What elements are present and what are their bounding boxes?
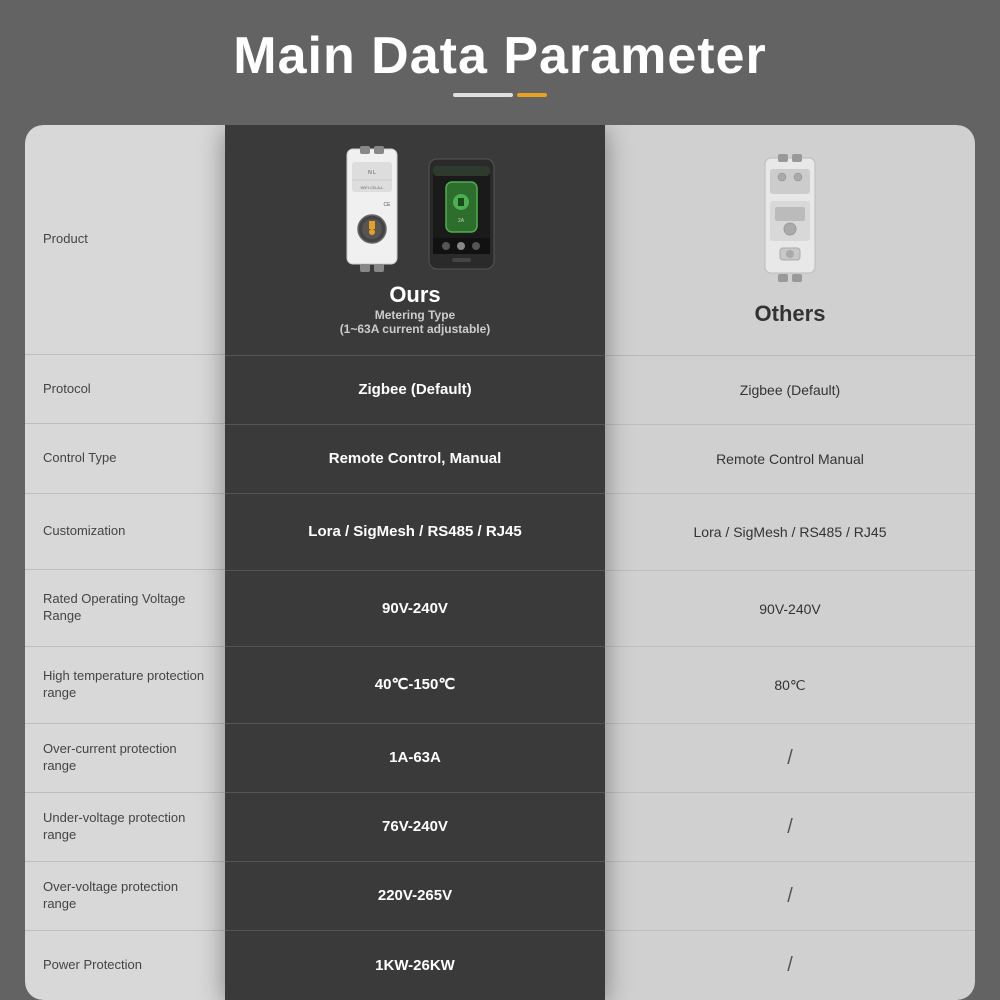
ours-undervoltage: 76V-240V [225, 793, 605, 862]
svg-text:N L: N L [368, 170, 376, 176]
ours-voltage: 90V-240V [225, 571, 605, 648]
comparison-table: Product Protocol Control Type Customizat… [25, 125, 975, 1000]
svg-text:2A: 2A [457, 218, 464, 224]
others-customization: Lora / SigMesh / RS485 / RJ45 [605, 494, 975, 571]
others-label: Others [755, 301, 826, 327]
breaker-icon: N L WIFI-CB-A-L CE [332, 144, 412, 274]
others-overcurrent: / [605, 724, 975, 793]
ours-customization: Lora / SigMesh / RS485 / RJ45 [225, 494, 605, 571]
others-overvoltage: / [605, 862, 975, 931]
ours-column: N L WIFI-CB-A-L CE [225, 125, 605, 1000]
others-control-type: Remote Control Manual [605, 425, 975, 494]
header-section: Main Data Parameter [0, 0, 1000, 115]
ours-high-temp: 40℃-150℃ [225, 647, 605, 724]
label-product: Product [25, 125, 225, 355]
others-column: Others Zigbee (Default) Remote Control M… [605, 125, 975, 1000]
underline-white [453, 93, 513, 97]
label-protocol: Protocol [25, 355, 225, 424]
title-underline [0, 93, 1000, 97]
other-device-icon [750, 153, 830, 283]
svg-text:WIFI-CB-A-L: WIFI-CB-A-L [360, 185, 384, 190]
app-icon: 2A [424, 154, 499, 274]
label-customization: Customization [25, 494, 225, 571]
ours-power-protection: 1KW-26KW [225, 931, 605, 1000]
others-undervoltage: / [605, 793, 975, 862]
label-overvoltage: Over-voltage protection range [25, 862, 225, 931]
svg-text:CE: CE [383, 202, 391, 208]
label-power-protection: Power Protection [25, 931, 225, 1000]
ours-protocol: Zigbee (Default) [225, 356, 605, 425]
label-voltage: Rated Operating Voltage Range [25, 570, 225, 647]
page-background: Main Data Parameter Product Protocol Con… [0, 0, 1000, 1000]
labels-column: Product Protocol Control Type Customizat… [25, 125, 225, 1000]
label-overcurrent: Over-current protection range [25, 724, 225, 793]
others-power-protection: / [605, 931, 975, 1000]
ours-product-cell: N L WIFI-CB-A-L CE [225, 125, 605, 356]
others-voltage: 90V-240V [605, 571, 975, 648]
main-title: Main Data Parameter [0, 28, 1000, 85]
label-high-temp: High temperature protection range [25, 647, 225, 724]
underline-orange [517, 93, 547, 97]
others-high-temp: 80℃ [605, 647, 975, 724]
others-protocol: Zigbee (Default) [605, 356, 975, 425]
label-control-type: Control Type [25, 424, 225, 493]
others-product-cell: Others [605, 125, 975, 356]
label-undervoltage: Under-voltage protection range [25, 793, 225, 862]
ours-overvoltage: 220V-265V [225, 862, 605, 931]
ours-product-images: N L WIFI-CB-A-L CE [235, 144, 595, 274]
ours-control-type: Remote Control, Manual [225, 425, 605, 494]
ours-product-label: Ours Metering Type (1~63A current adjust… [340, 282, 491, 336]
ours-overcurrent: 1A-63A [225, 724, 605, 793]
